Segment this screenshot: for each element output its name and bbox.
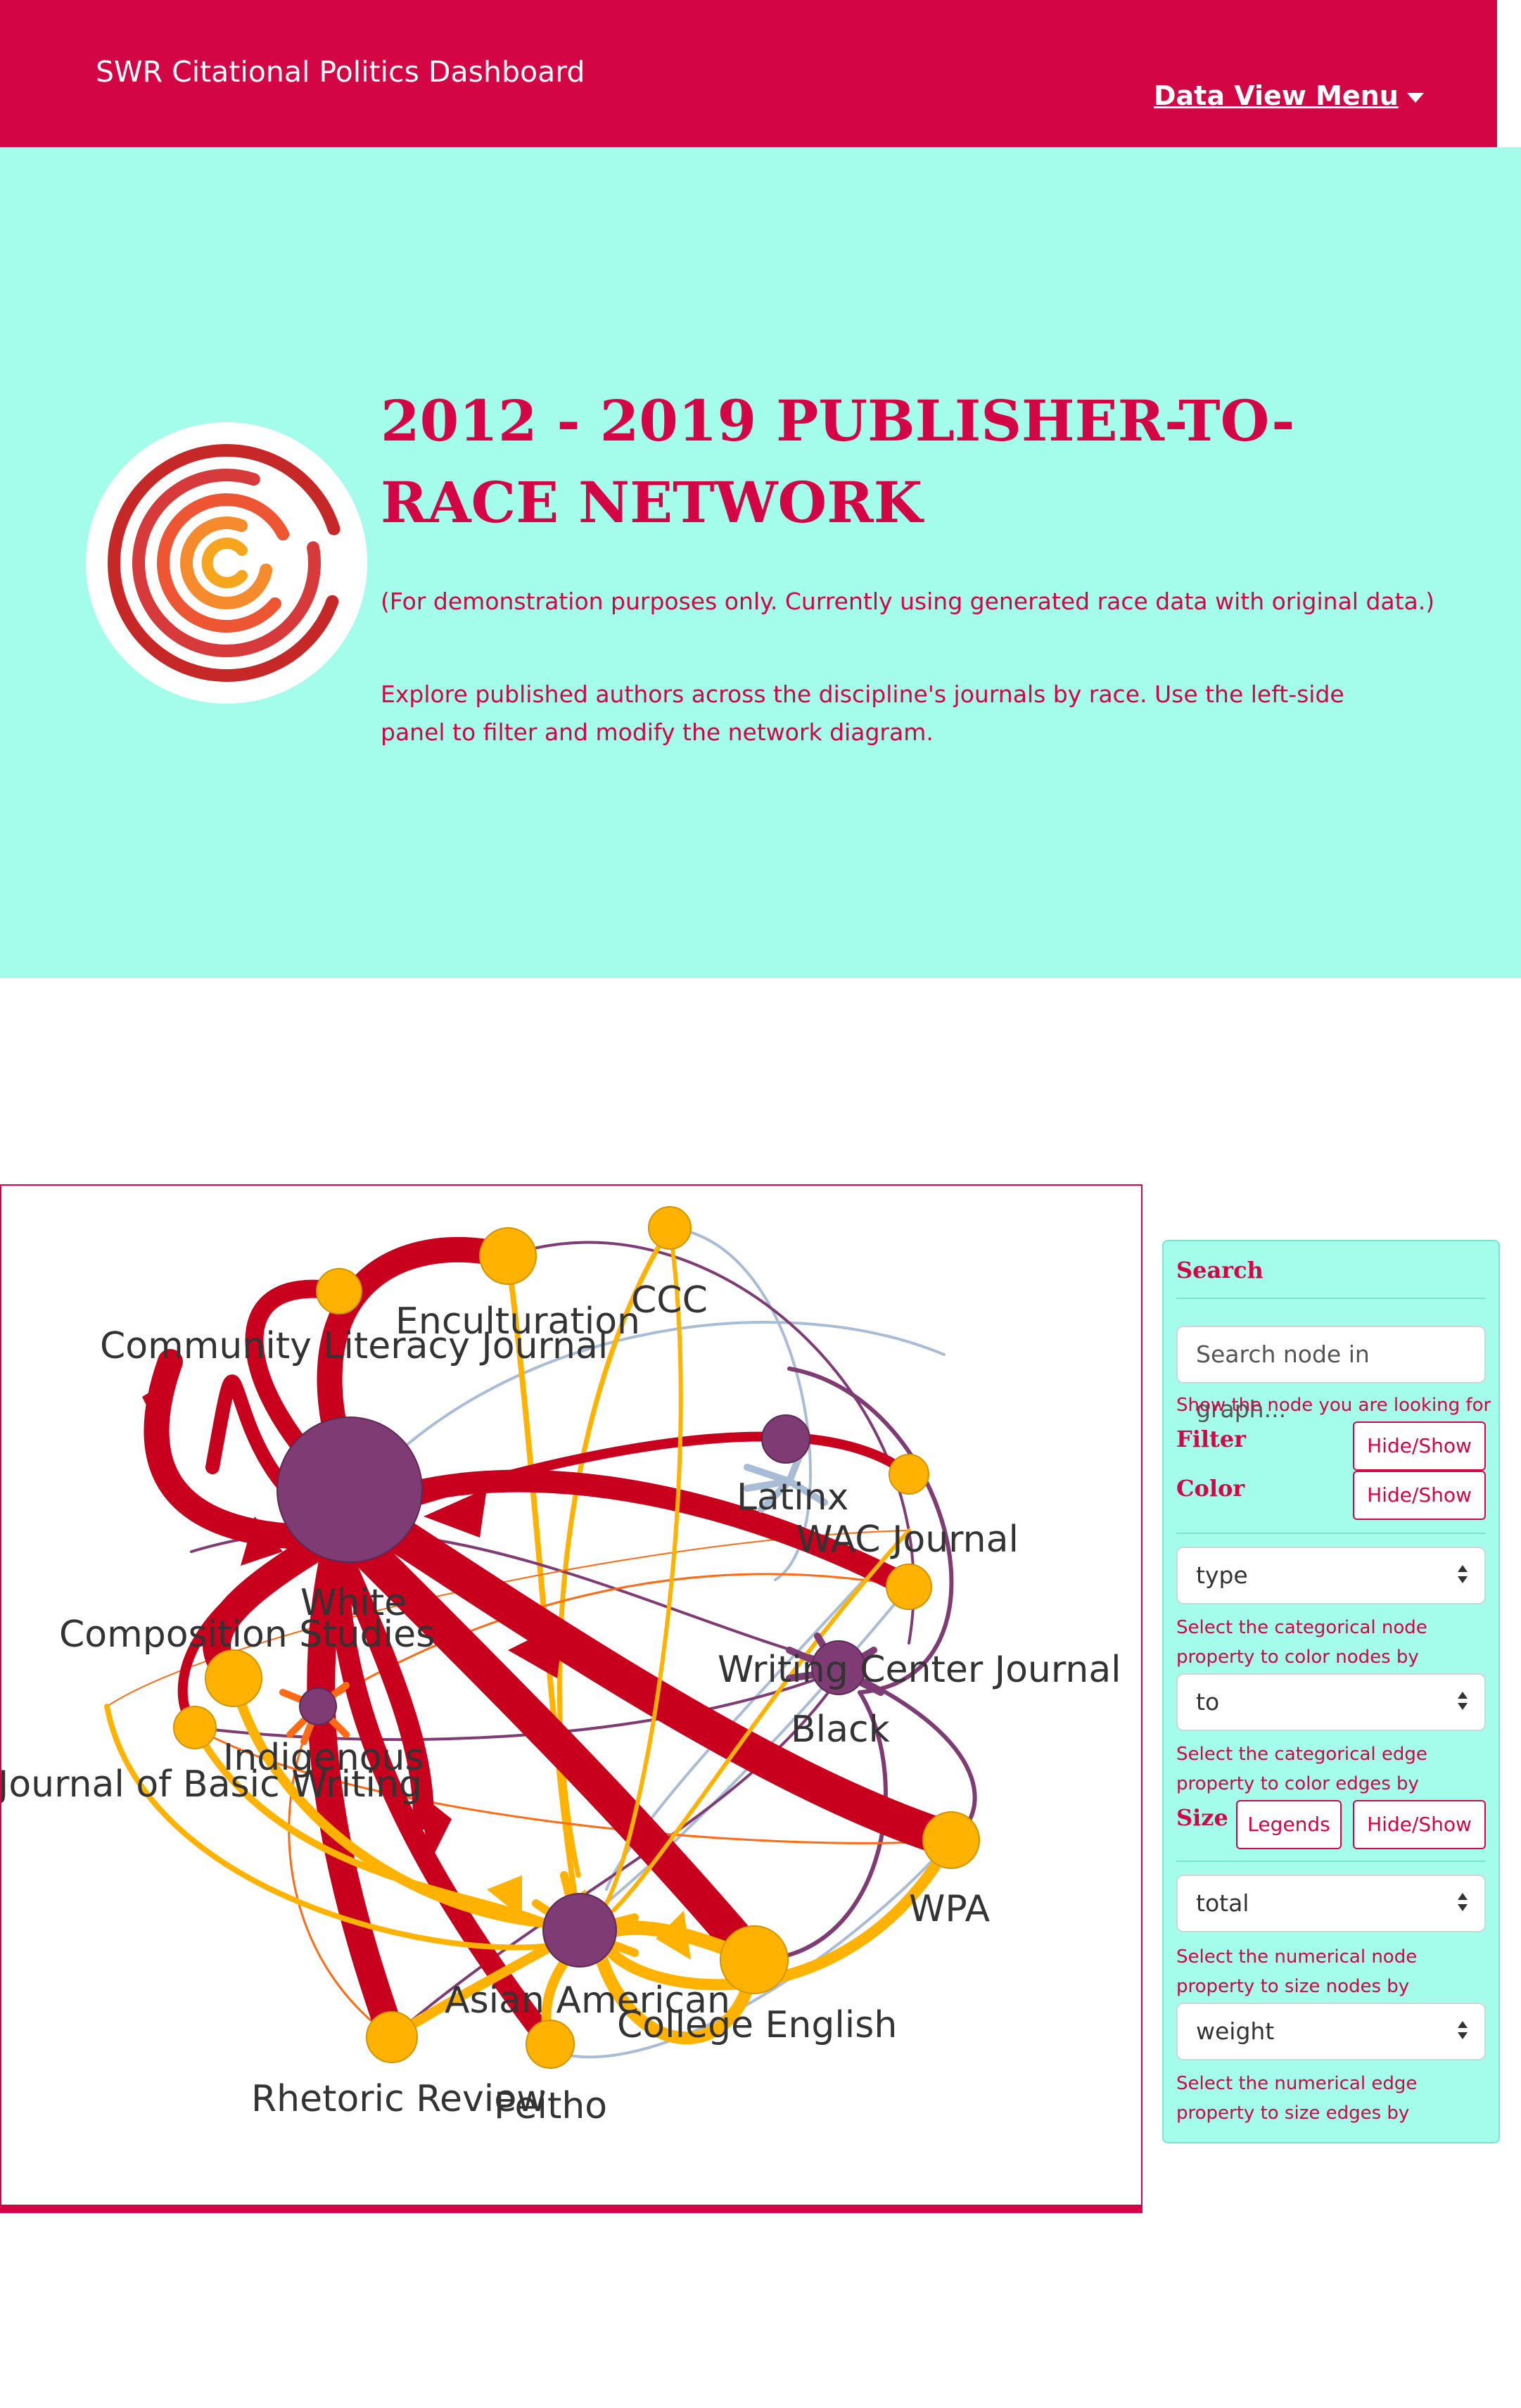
brand-title[interactable]: SWR Citational Politics Dashboard: [96, 55, 585, 89]
divider: [1176, 1861, 1486, 1862]
size-label: Size: [1176, 1804, 1228, 1831]
site-logo: [86, 422, 367, 704]
select-arrows-icon: [1458, 1893, 1468, 1914]
label-writing-center-journal: Writing Center Journal: [718, 1649, 1121, 1691]
node-wpa: [922, 1811, 980, 1869]
edge-color-select[interactable]: to: [1176, 1673, 1486, 1731]
node-composition-studies: [205, 1649, 262, 1707]
node-ccc: [648, 1206, 692, 1250]
label-peitho: Peitho: [494, 2085, 607, 2127]
edge-size-hint: Select the numerical edge property to si…: [1176, 2073, 1418, 2124]
label-ccc: CCC: [631, 1279, 708, 1322]
node-indigenous: [299, 1687, 337, 1725]
node-latinx: [761, 1414, 810, 1464]
node-enculturation: [479, 1227, 537, 1285]
node-asian-american: [542, 1893, 617, 1967]
page-title: 2012 - 2019 PUBLISHER-TO-RACE NETWORK: [381, 388, 1295, 536]
label-journal-of-basic-writing: Journal of Basic Writing: [1, 1763, 422, 1806]
node-community-literacy-journal: [316, 1268, 362, 1314]
node-size-select-value: total: [1196, 1889, 1249, 1917]
node-color-select[interactable]: type: [1176, 1547, 1486, 1604]
search-input[interactable]: Search node in graph...: [1176, 1326, 1486, 1423]
select-arrows-icon: [1458, 1565, 1468, 1586]
page-description: Explore published authors across the dis…: [381, 680, 1344, 746]
label-black: Black: [791, 1709, 890, 1751]
node-size-select[interactable]: total: [1176, 1875, 1486, 1932]
color-label: Color: [1176, 1475, 1245, 1502]
node-journal-of-basic-writing: [173, 1706, 217, 1749]
label-college-english: College English: [617, 2004, 897, 2046]
edge-color-hint: Select the categorical edge property to …: [1176, 1744, 1427, 1794]
color-toggle-button[interactable]: Hide/Show: [1353, 1471, 1486, 1520]
caret-down-icon: [1406, 92, 1424, 103]
edge-color-select-value: to: [1196, 1688, 1220, 1716]
filter-toggle-button[interactable]: Hide/Show: [1353, 1421, 1486, 1471]
search-hint: Show the node you are looking for: [1176, 1395, 1491, 1416]
node-peitho: [526, 2020, 575, 2069]
divider: [1176, 1533, 1486, 1534]
select-arrows-icon: [1458, 2021, 1468, 2042]
node-color-select-value: type: [1196, 1561, 1248, 1589]
label-latinx: Latinx: [737, 1476, 848, 1519]
label-wac-journal: WAC Journal: [796, 1519, 1019, 1561]
label-wpa: WPA: [909, 1888, 990, 1930]
legends-button[interactable]: Legends: [1236, 1800, 1342, 1849]
data-view-menu[interactable]: Data View Menu: [1154, 80, 1424, 111]
node-size-hint: Select the numerical node property to si…: [1176, 1946, 1418, 1997]
node-color-hint: Select the categorical node property to …: [1176, 1617, 1427, 1668]
label-composition-studies: Composition Studies: [59, 1614, 435, 1656]
top-navbar: SWR Citational Politics Dashboard Data V…: [0, 0, 1497, 147]
demo-note: (For demonstration purposes only. Curren…: [381, 588, 1435, 615]
filter-label: Filter: [1176, 1426, 1247, 1452]
concentric-c-logo-icon: [108, 444, 345, 682]
search-heading: Search: [1176, 1257, 1264, 1284]
node-white: [276, 1417, 423, 1563]
select-arrows-icon: [1458, 1692, 1468, 1713]
edge-size-select[interactable]: weight: [1176, 2003, 1486, 2060]
size-toggle-button[interactable]: Hide/Show: [1353, 1800, 1486, 1849]
node-rhetoric-review: [366, 2011, 418, 2063]
network-graph[interactable]: Enculturation CCC Community Literacy Jou…: [0, 1184, 1143, 2206]
node-wac-journal: [889, 1454, 929, 1495]
edge-size-select-value: weight: [1196, 2017, 1275, 2045]
label-community-literacy-journal: Community Literacy Journal: [100, 1325, 608, 1367]
control-panel: Search Search node in graph... Show the …: [1162, 1240, 1500, 2143]
network-graph-canvas[interactable]: Enculturation CCC Community Literacy Jou…: [1, 1186, 1141, 2205]
divider: [1176, 1298, 1486, 1299]
node-writing-center-journal: [886, 1564, 932, 1610]
node-college-english: [720, 1925, 789, 1994]
data-view-menu-label[interactable]: Data View Menu: [1154, 80, 1399, 111]
